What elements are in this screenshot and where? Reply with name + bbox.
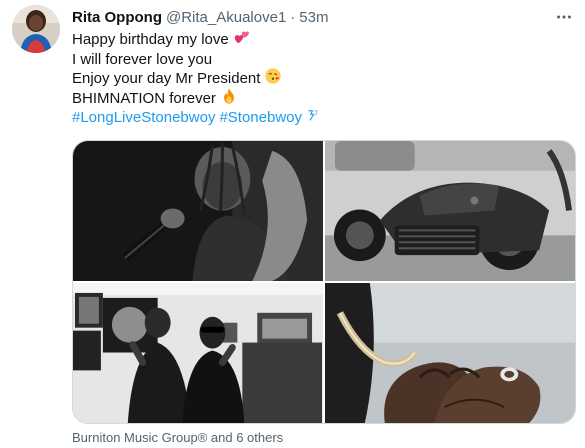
tweet-line-text: BHIMNATION forever xyxy=(72,89,216,107)
studio-group-photo[interactable] xyxy=(73,283,323,423)
author-name[interactable]: Rita Oppong xyxy=(72,9,162,26)
hashtag-stonebwoy[interactable]: #Stonebwoy xyxy=(219,108,302,128)
face-blowing-kiss-icon xyxy=(264,67,282,91)
tweet-line-text: Happy birthday my love xyxy=(72,31,229,48)
tweet-line-4: BHIMNATION forever xyxy=(72,87,572,111)
tweet-line-1: Happy birthday my love xyxy=(72,30,572,50)
hashtag-longlivestonebwoy[interactable]: #LongLiveStonebwoy xyxy=(72,108,215,128)
tweet-line-2: I will forever love you xyxy=(72,50,572,70)
hashtag-line: #LongLiveStonebwoy #Stonebwoy xyxy=(72,108,572,128)
tweet-footer[interactable]: Burniton Music Group® and 6 others xyxy=(72,428,283,446)
more-dots-icon[interactable] xyxy=(553,6,575,28)
avatar-image xyxy=(12,5,60,53)
singer-with-microphone-photo[interactable] xyxy=(73,141,323,281)
tweet-header: Rita Oppong @Rita_Akualove1 · 53m xyxy=(72,6,545,28)
hands-closeup-photo[interactable] xyxy=(325,283,575,423)
media-grid xyxy=(72,140,576,424)
two-hearts-icon xyxy=(233,28,251,52)
tweet-text: Happy birthday my love I will forever lo… xyxy=(72,30,572,128)
author-handle[interactable]: @Rita_Akualove1 xyxy=(166,9,286,26)
separator-dot: · xyxy=(290,8,296,26)
tweet-line-3: Enjoy your day Mr President xyxy=(72,67,572,91)
avatar[interactable] xyxy=(12,5,60,53)
stonebwoy-hashflag-icon xyxy=(306,108,320,128)
fire-icon xyxy=(220,87,238,111)
tweet-timestamp[interactable]: 53m xyxy=(299,9,328,26)
tweet-line-text: I will forever love you xyxy=(72,50,213,68)
tweet[interactable]: Rita Oppong @Rita_Akualove1 · 53m Happy … xyxy=(0,0,585,448)
motorcycle-vehicle-photo[interactable] xyxy=(325,141,575,281)
